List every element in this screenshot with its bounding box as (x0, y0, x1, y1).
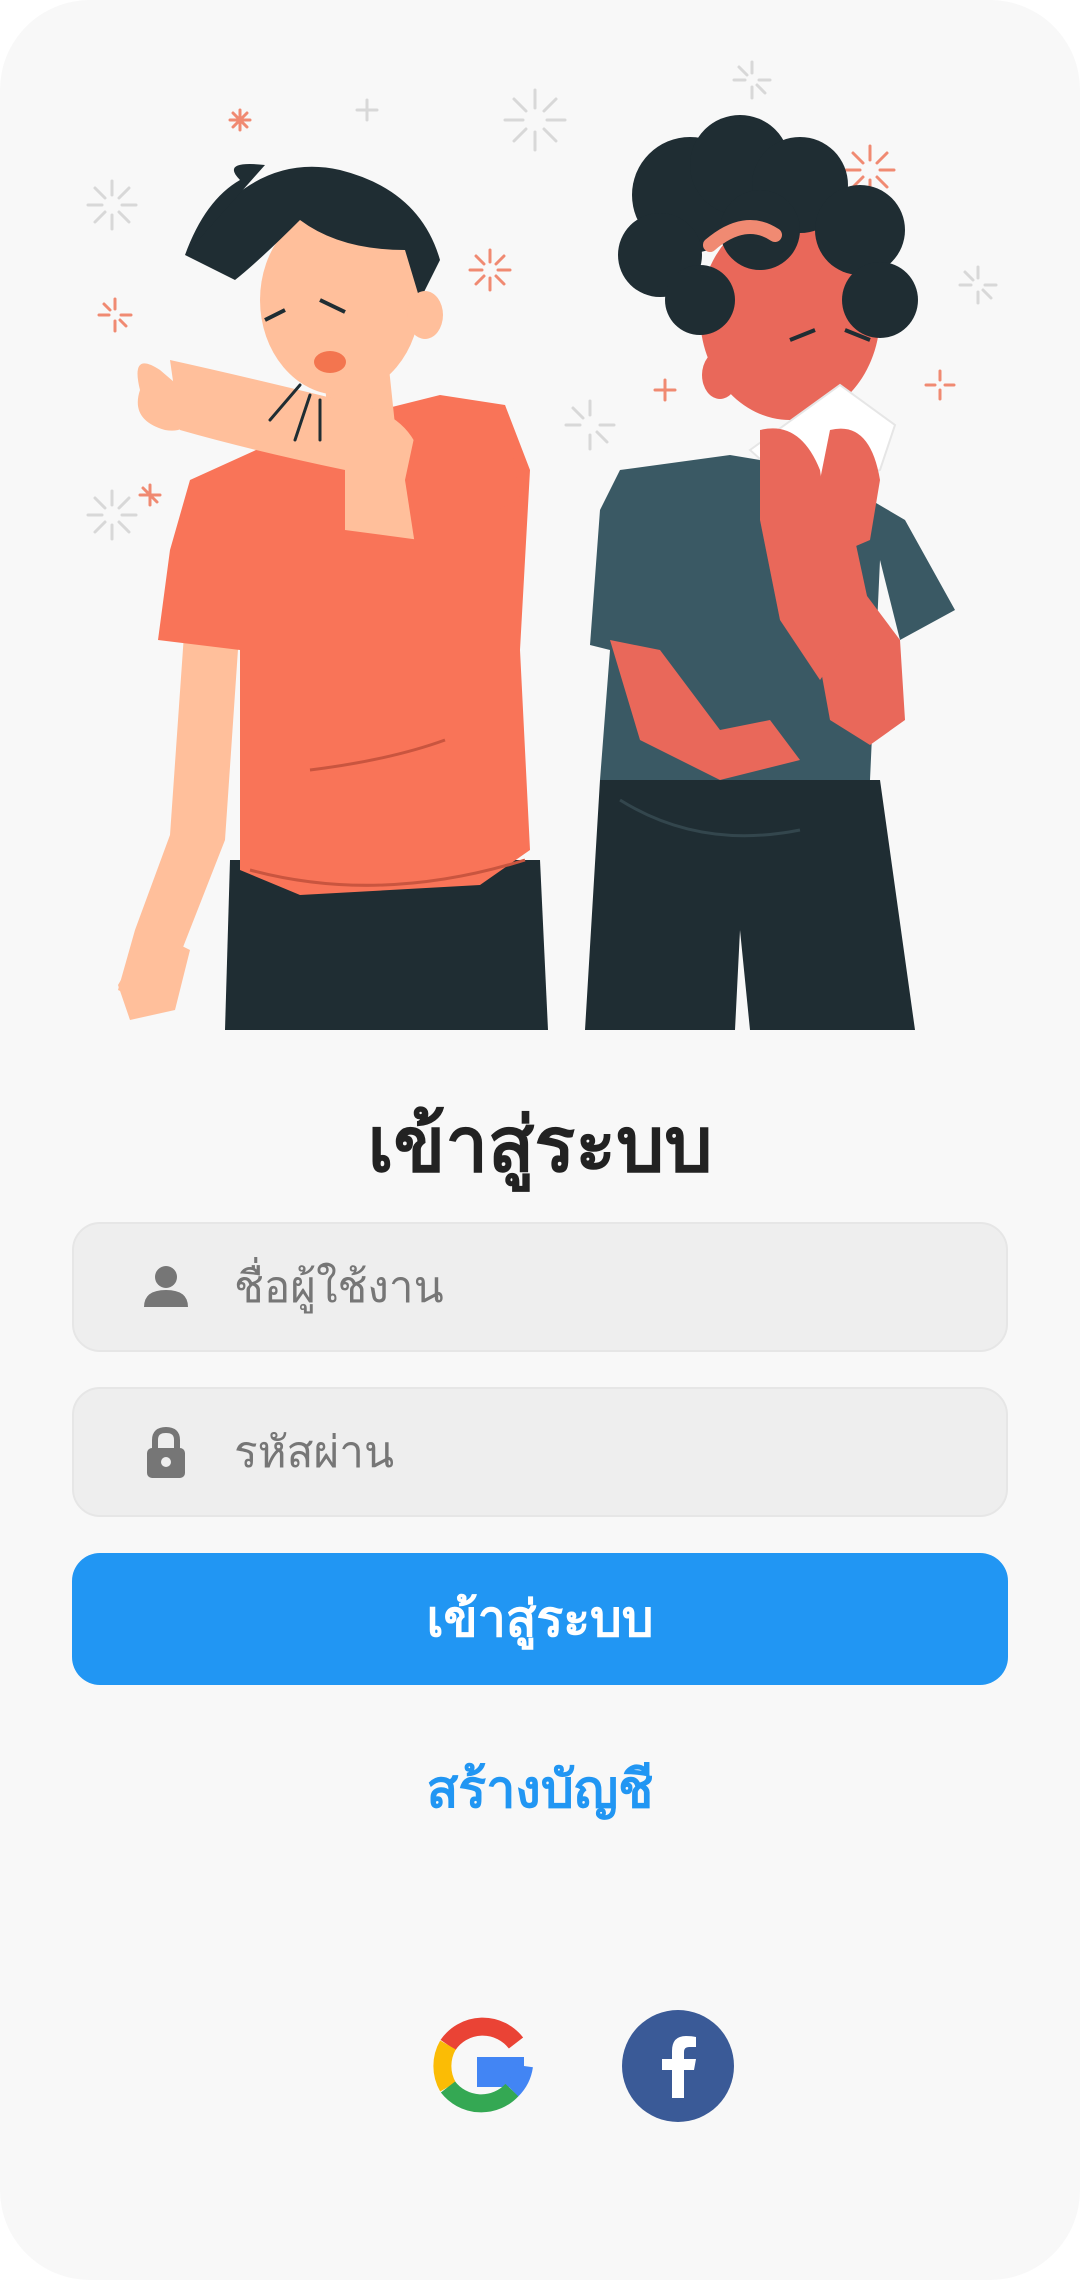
sneezing-woman-figure (585, 115, 955, 1030)
user-icon (144, 1266, 188, 1307)
google-login-button[interactable] (428, 2010, 540, 2122)
facebook-login-button[interactable] (622, 2010, 734, 2122)
lock-icon (147, 1426, 185, 1478)
password-field[interactable] (72, 1387, 1008, 1517)
password-input[interactable] (234, 1389, 974, 1515)
username-field[interactable] (72, 1222, 1008, 1352)
create-account-link[interactable]: สร้างบัญชี (0, 1740, 1080, 1840)
facebook-icon (662, 2036, 696, 2098)
login-button[interactable]: เข้าสู่ระบบ (72, 1553, 1008, 1685)
coughing-man-figure (118, 164, 548, 1030)
page-title: เข้าสู่ระบบ (367, 1100, 713, 1189)
username-input[interactable] (234, 1224, 974, 1350)
people-coughing-sneezing-illustration (86, 60, 998, 1030)
google-icon (433, 2017, 533, 2113)
login-screen: เข้าสู่ระบบ เข้าสู่ระบบ สร้างบัญชี (0, 0, 1080, 2280)
